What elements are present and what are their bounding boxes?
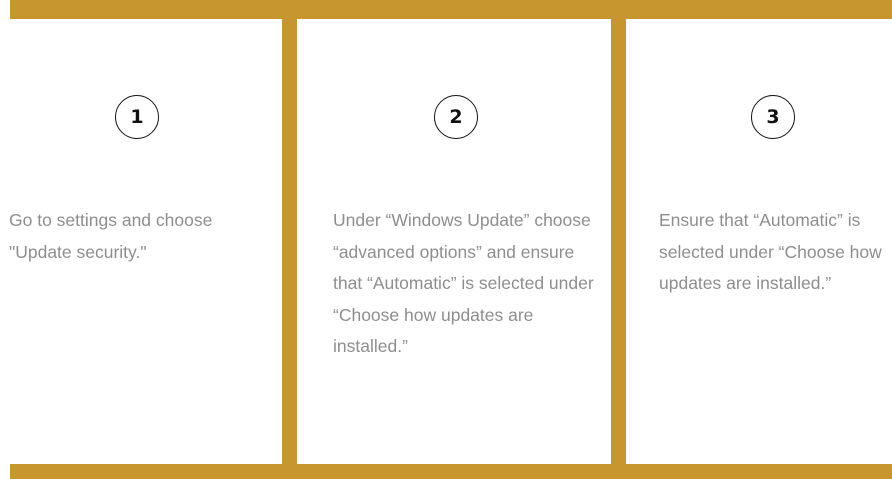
column-divider-1 xyxy=(282,0,297,479)
step-2-instruction: Under “Windows Update” choose “advanced … xyxy=(333,210,594,356)
bottom-frame-bar xyxy=(10,464,892,479)
column-divider-2 xyxy=(611,0,626,479)
top-frame-bar xyxy=(10,0,892,19)
step-3-number-badge: 3 xyxy=(751,95,795,139)
step-1-number-badge: 1 xyxy=(115,95,159,139)
step-2-number-badge: 2 xyxy=(434,95,478,139)
step-1-instruction: Go to settings and choose "Update securi… xyxy=(9,210,213,262)
step-3-instruction: Ensure that “Automatic” is selected unde… xyxy=(659,210,882,293)
